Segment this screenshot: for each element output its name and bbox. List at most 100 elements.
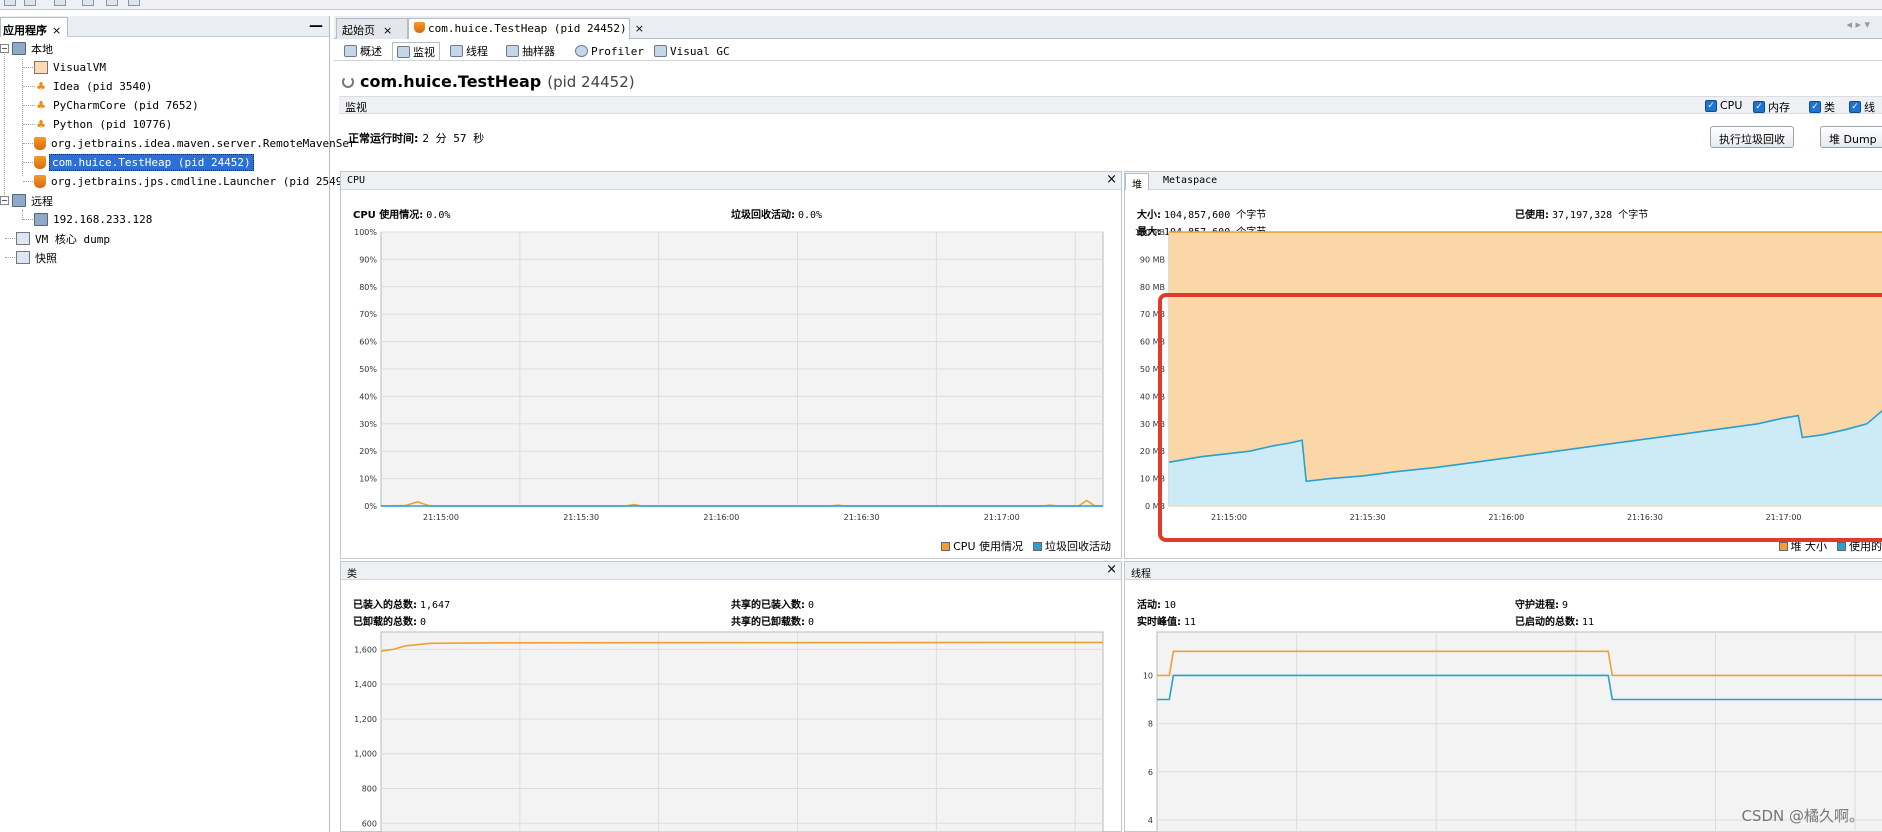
tab-label: 概述 (360, 45, 382, 58)
snapshot-icon[interactable] (128, 0, 140, 6)
heap-panel-header: 堆 Metaspace (1125, 172, 1882, 191)
monitor-section-label: 监视 (345, 101, 367, 114)
y-tick-label: 40% (359, 392, 377, 401)
tab-heap[interactable]: 堆 (1125, 173, 1149, 191)
y-tick-label: 8 (1148, 720, 1153, 729)
tree-node-python[interactable]: ♣ Python (pid 10776) (34, 116, 174, 133)
stat-value: 10 (1164, 600, 1177, 611)
heap-dump-icon[interactable] (82, 0, 94, 6)
collapse-icon[interactable]: − (0, 44, 9, 53)
classes-panel-header: 类 × (341, 562, 1121, 580)
document-tabs: 起始页 × com.huice.TestHeap (pid 24452) × ◂ ▸… (334, 16, 1882, 39)
watermark: CSDN @橘久啊。 (1741, 807, 1864, 825)
tree-node-label: 192.168.233.128 (53, 213, 153, 226)
tree-node-remote[interactable]: − 远程 (0, 192, 55, 209)
tab-visual-gc[interactable]: Visual GC (650, 42, 734, 60)
tree-node-label: com.huice.TestHeap (pid 24452) (49, 154, 254, 171)
checkmark-icon: ✓ (1705, 99, 1717, 112)
uptime-value: 2 分 57 秒 (422, 132, 485, 145)
tab-overview[interactable]: 概述 (340, 42, 386, 60)
thread-dump-icon[interactable] (106, 0, 118, 6)
collapse-icon[interactable]: − (0, 196, 9, 205)
checkbox-cpu[interactable]: ✓ CPU (1705, 99, 1742, 112)
tab-label: 监视 (413, 45, 435, 59)
tree-node-label: 快照 (35, 251, 57, 265)
tree-node-testheap[interactable]: com.huice.TestHeap (pid 24452) (34, 154, 254, 171)
tree-node-pycharmcore[interactable]: ♣ PyCharmCore (pid 7652) (34, 97, 201, 114)
close-icon[interactable]: × (383, 24, 392, 37)
plot-area (1156, 631, 1882, 832)
tree-node-vm-core-dump[interactable]: VM 核心 dump (16, 230, 112, 247)
y-tick-label: 1,600 (354, 645, 377, 654)
tab-metaspace[interactable]: Metaspace (1163, 175, 1217, 186)
remote-host-icon (34, 213, 48, 226)
daemon-threads-stat: 守护进程: 9 (1515, 596, 1568, 611)
close-icon[interactable]: × (635, 22, 644, 35)
tab-testheap[interactable]: com.huice.TestHeap (pid 24452) × (408, 18, 644, 39)
open-icon[interactable] (24, 0, 36, 6)
y-tick-label: 6 (1148, 768, 1153, 777)
connect-icon[interactable] (54, 0, 66, 6)
threads-chart: 4 6 8 10 (1143, 631, 1882, 832)
page-title: com.huice.TestHeap (pid 24452) (342, 72, 635, 91)
core-dump-icon (16, 232, 30, 245)
close-icon[interactable]: × (1106, 172, 1117, 187)
tree-node-label: org.jetbrains.jps.cmdline.Launcher (pid … (51, 175, 356, 188)
tree-node-remote-host[interactable]: 192.168.233.128 (34, 211, 154, 228)
perform-gc-button[interactable]: 执行垃圾回收 (1710, 126, 1794, 148)
cpu-legend: CPU 使用情况 垃圾回收活动 (931, 538, 1111, 554)
tab-navigation-icon[interactable]: ◂ ▸ ▾ (1846, 18, 1870, 31)
new-icon[interactable] (4, 0, 16, 6)
plot-area (380, 631, 1104, 832)
tree-node-visualvm[interactable]: VisualVM (34, 59, 108, 76)
cpu-usage-stat: CPU 使用情况: 0.0% (353, 206, 450, 221)
tree-node-maven-server[interactable]: org.jetbrains.idea.maven.server.RemoteMa… (34, 135, 358, 152)
legend-label: CPU 使用情况 (953, 540, 1023, 553)
stat-label: 已启动的总数: (1515, 617, 1579, 628)
tab-threads[interactable]: 线程 (446, 42, 492, 60)
applications-tabbar: 应用程序 × — (0, 16, 329, 37)
tree-node-local[interactable]: − 本地 (0, 40, 55, 57)
checkbox-label: CPU (1720, 99, 1743, 112)
tab-profiler[interactable]: Profiler (571, 42, 648, 60)
tab-sampler[interactable]: 抽样器 (502, 42, 559, 60)
snapshot-icon (16, 251, 30, 264)
close-icon[interactable]: × (52, 24, 61, 37)
y-tick-label: 10% (359, 475, 377, 484)
threads-panel-header: 线程 (1125, 562, 1882, 580)
y-tick-label: 70% (359, 310, 377, 319)
checkbox-memory[interactable]: ✓ 内存 (1753, 99, 1790, 115)
tree-node-label: Idea (pid 3540) (53, 80, 153, 93)
minimize-icon[interactable]: — (309, 18, 323, 34)
cpu-panel: CPU × CPU 使用情况: 0.0% 垃圾回收活动: 0.0% 0% 10% 20%… (340, 171, 1122, 559)
stat-value: 37,197,328 个字节 (1552, 210, 1649, 221)
heap-dump-button[interactable]: 堆 Dump (1820, 126, 1882, 148)
shared-unloaded-stat: 共享的已卸载数: 0 (731, 613, 814, 628)
tab-label: 起始页 (342, 24, 375, 37)
x-tick-label: 21:15:30 (563, 513, 599, 522)
applications-tab[interactable]: 应用程序 × (0, 17, 68, 37)
java-icon (34, 175, 46, 188)
tab-monitor[interactable]: 监视 (392, 42, 440, 60)
y-tick-label: 30% (359, 420, 377, 429)
visual-gc-icon (654, 45, 667, 57)
stat-label: 实时峰值: (1137, 617, 1181, 628)
tree-node-label: org.jetbrains.idea.maven.server.RemoteMa… (51, 137, 356, 150)
checkbox-classes[interactable]: ✓ 类 (1809, 99, 1835, 115)
visualvm-icon (34, 61, 48, 74)
checkbox-threads[interactable]: ✓ 线 (1849, 99, 1875, 115)
live-threads-stat: 活动: 10 (1137, 596, 1176, 611)
tree-node-jps-launcher[interactable]: org.jetbrains.jps.cmdline.Launcher (pid … (34, 173, 358, 190)
x-tick-label: 21:17:00 (984, 513, 1020, 522)
uptime: 正常运行时间: 2 分 57 秒 (348, 130, 484, 146)
tree-node-idea[interactable]: ♣ Idea (pid 3540) (34, 78, 154, 95)
y-tick-label: 0% (364, 502, 377, 511)
close-icon[interactable]: × (1106, 562, 1117, 577)
y-tick-label: 90% (359, 255, 377, 264)
tab-start-page[interactable]: 起始页 × (336, 18, 408, 39)
tab-label: Profiler (591, 44, 644, 58)
stat-label: 守护进程: (1515, 600, 1559, 611)
tree-node-snapshots[interactable]: 快照 (16, 249, 59, 266)
stat-label: 活动: (1137, 600, 1161, 611)
stat-label: 已装入的总数: (353, 600, 417, 611)
